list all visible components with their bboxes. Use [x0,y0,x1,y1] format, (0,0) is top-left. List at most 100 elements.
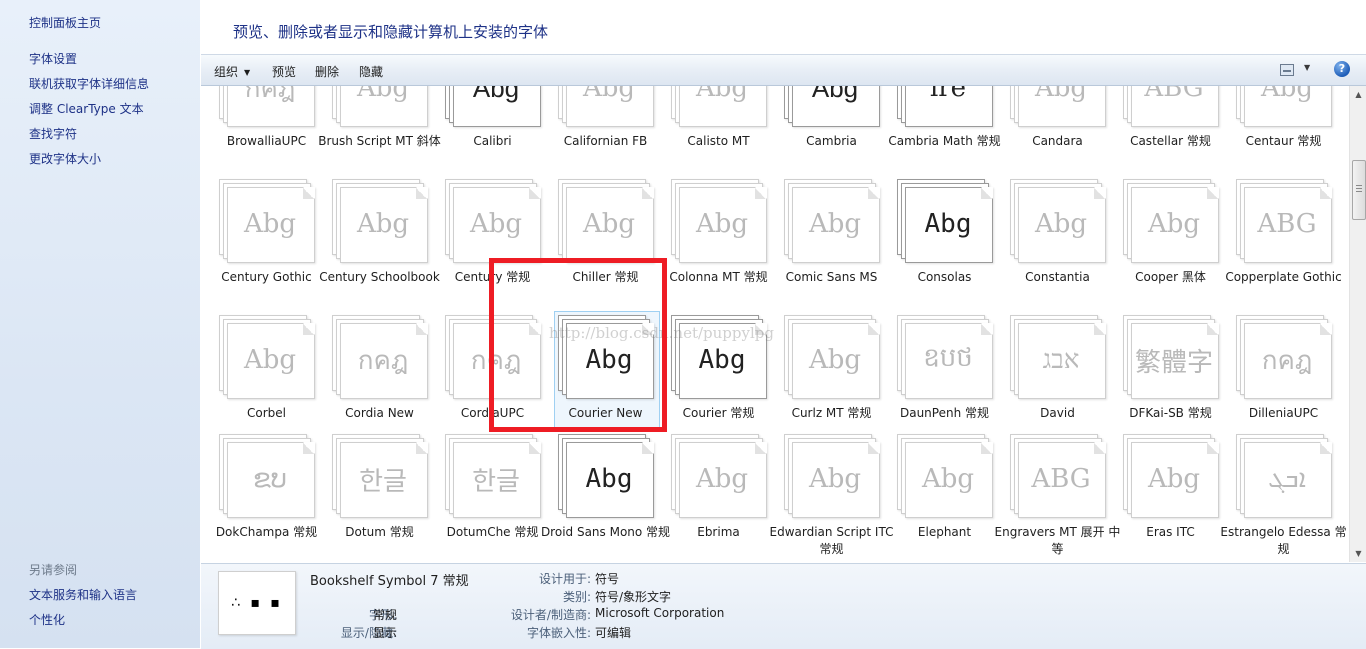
font-name-label: BrowalliaUPC [226,134,307,148]
detail-visibility-value: 显示 [373,626,398,640]
scroll-down-arrow-icon[interactable]: ▼ [1350,545,1366,562]
preview-button[interactable]: 预览 [272,63,296,80]
font-thumbnail: Abg [897,434,993,518]
font-thumbnail: ABG [1236,179,1332,263]
details-pane: ∴ ▪ ▪ Bookshelf Symbol 7 常规 字形: 常规 显示/隐藏… [201,563,1366,649]
font-thumbnail: Abg [671,434,767,518]
see-also-heading: 另请参阅 [29,563,78,577]
text-services-link[interactable]: 文本服务和输入语言 [29,586,137,603]
font-name-label: Century Schoolbook [319,270,440,284]
font-item[interactable]: Abg Droid Sans Mono 常规 [540,434,671,562]
delete-button[interactable]: 删除 [315,63,339,80]
font-sample-text: Abg [1034,86,1088,103]
font-sample-text: Abg [472,86,520,103]
font-name-label: Droid Sans Mono 常规 [540,525,671,539]
font-sample-text: Abg [356,209,410,239]
font-item[interactable]: Abg Eras ITC [1105,434,1236,562]
font-name-label: Chiller 常规 [572,270,639,284]
font-name-label: David [1040,406,1075,420]
font-name-label: CordiaUPC [460,406,525,420]
font-item[interactable]: Abg Ebrima [653,434,784,562]
font-name-label: Edwardian Script ITC 常规 [769,525,894,556]
font-item[interactable]: 한글 DotumChe 常规 [427,434,558,562]
font-thumbnail: Abg [671,315,767,399]
font-name-label: Cambria [806,134,857,148]
font-item[interactable]: Abg Edwardian Script ITC 常规 [766,434,897,562]
font-name-label: Brush Script MT 斜体 [318,134,441,148]
font-thumbnail: Abg [332,86,428,127]
font-thumbnail: Abg [1236,86,1332,127]
help-button[interactable]: ? [1334,61,1350,77]
font-thumbnail: Abg [445,86,541,127]
font-name-label: Cordia New [345,406,414,420]
scroll-up-arrow-icon[interactable]: ▲ [1350,86,1366,103]
font-thumbnail: Abg [332,179,428,263]
font-sample-text: Abg [695,464,749,494]
font-item[interactable]: Abg Elephant [879,434,1010,562]
font-thumbnail: กคฎ [1236,315,1332,399]
font-sample-text: ABG [1031,464,1091,494]
font-name-label: Calibri [473,134,512,148]
chevron-down-icon: ▼ [1304,63,1311,72]
font-name-label: Castellar 常规 [1130,134,1211,148]
control-panel-home-link[interactable]: 控制面板主页 [29,14,101,31]
font-name-label: Copperplate Gothic [1225,270,1342,284]
font-name-label: Century 常规 [454,270,531,284]
detail-designed-for-label: 设计用于: [538,572,591,586]
font-name-label: Courier 常规 [682,406,755,420]
font-thumbnail: Abg [671,86,767,127]
font-thumbnail: Abg [558,434,654,518]
detail-font-thumbnail: ∴ ▪ ▪ [218,571,296,635]
font-thumbnail: Abg [784,179,880,263]
font-name-label: Elephant [917,525,972,539]
font-sample-text: Abg [695,86,749,103]
font-name-label: DotumChe 常规 [446,525,539,539]
font-thumbnail: ឧបថ [897,315,993,399]
font-sample-text: Abg [808,209,862,239]
adjust-cleartype-link[interactable]: 调整 ClearType 文本 [29,100,144,117]
font-name-label: Centaur 常规 [1245,134,1322,148]
font-sample-text: ܐܒܓ [1268,463,1306,494]
hide-button[interactable]: 隐藏 [359,63,383,80]
detail-designer-value: Microsoft Corporation [595,606,725,620]
personalization-link[interactable]: 个性化 [29,611,65,628]
get-font-info-online-link[interactable]: 联机获取字体详细信息 [29,75,149,92]
font-name-label: Calisto MT [687,134,750,148]
font-thumbnail: กคฎ [445,315,541,399]
organize-button[interactable]: 组织 ▼ [214,63,250,80]
font-item[interactable]: ABG Engravers MT 展开 中等 [992,434,1123,562]
font-sample-text: Abg [1260,86,1314,103]
font-thumbnail: Abg [1123,434,1219,518]
left-navigation-pane: 控制面板主页 字体设置 联机获取字体详细信息 调整 ClearType 文本 查… [0,0,200,648]
font-sample-text: Abg [808,345,862,375]
font-name-label: Century Gothic [221,270,312,284]
font-thumbnail: Abg [897,179,993,263]
font-thumbnail: ïre [897,86,993,127]
font-sample-text: Abg [582,86,636,103]
font-thumbnail: ܐܒܓ [1236,434,1332,518]
font-settings-link[interactable]: 字体设置 [29,50,77,67]
vertical-scrollbar[interactable]: ▲ ▼ [1349,86,1366,562]
page-title: 预览、删除或者显示和隐藏计算机上安装的字体 [233,23,549,41]
font-thumbnail: 한글 [332,434,428,518]
font-name-label: Corbel [247,406,286,420]
font-name-label: Comic Sans MS [785,270,878,284]
font-sample-text: กคฎ [470,345,522,376]
detail-designer-label: 设计者/制造商: [510,608,591,622]
font-sample-text: ABG [1144,86,1204,103]
scrollbar-thumb[interactable] [1352,160,1366,220]
font-item[interactable]: ຂບ DokChampa 常规 [201,434,332,562]
font-item[interactable]: ܐܒܓ Estrangelo Edessa 常规 [1218,434,1349,562]
font-thumbnail: Abg [784,434,880,518]
font-thumbnail: Abg [558,86,654,127]
font-name-label: Dotum 常规 [345,525,414,539]
change-view-button[interactable]: ▼ [1278,63,1318,77]
font-sample-text: กคฎ [1261,345,1313,376]
view-icon [1280,64,1294,76]
font-item[interactable]: 한글 Dotum 常规 [314,434,445,562]
change-font-size-link[interactable]: 更改字体大小 [29,150,101,167]
find-character-link[interactable]: 查找字符 [29,125,77,142]
font-sample-text: ïre [929,86,967,103]
font-thumbnail: Abg [1123,179,1219,263]
font-sample-text: 한글 [472,466,520,497]
